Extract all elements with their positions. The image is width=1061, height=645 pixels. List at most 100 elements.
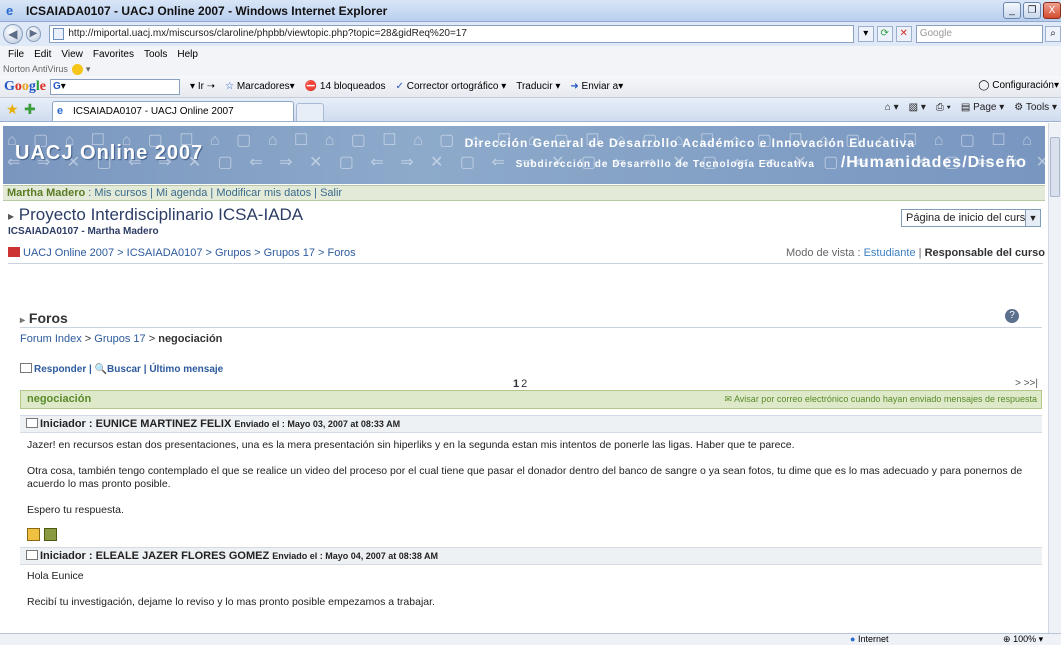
spellcheck-button[interactable]: ✓ Corrector ortográfico ▾ <box>396 81 507 92</box>
my-agenda-link[interactable]: Mi agenda <box>156 187 207 199</box>
globe-icon: ● <box>850 634 856 644</box>
scrollbar-thumb[interactable] <box>1050 137 1060 197</box>
status-bar: ● Internet ⊕ 100% ▾ <box>0 633 1061 645</box>
home-icon[interactable]: ⌂ ▾ <box>885 102 899 113</box>
modify-data-link[interactable]: Modificar mis datos <box>216 187 311 199</box>
url-text: http://miportal.uacj.mx/miscursos/clarol… <box>68 28 467 39</box>
responsible-mode-link[interactable]: Responsable del curso <box>925 247 1045 259</box>
translate-button[interactable]: Traducir ▾ <box>516 81 560 92</box>
banner-line-2: Subdirección de Desarrollo de Tecnología… <box>515 159 815 170</box>
stop-icon[interactable]: ✕ <box>895 26 912 42</box>
forum-actions: Responder | 🔍Buscar | Último mensaje <box>20 363 223 375</box>
mail-icon: ✉ <box>724 394 732 404</box>
breadcrumb[interactable]: UACJ Online 2007 > ICSAIADA0107 > Grupos… <box>8 247 356 259</box>
post-date: Enviado el : Mayo 04, 2007 at 08:38 AM <box>272 551 438 561</box>
url-field[interactable]: http://miportal.uacj.mx/miscursos/clarol… <box>49 25 854 43</box>
search-icon[interactable]: ⌕ <box>1045 26 1061 42</box>
ie-tab-icon: e <box>57 105 64 117</box>
forum-index-link[interactable]: Forum Index <box>20 333 82 345</box>
post-actions <box>27 528 57 541</box>
minimize-button[interactable]: _ <box>1003 2 1021 19</box>
search-icon: 🔍 <box>94 364 108 375</box>
thread-title: negociación <box>27 393 92 405</box>
post-body: Hola Eunice Recibí tu investigación, dej… <box>27 570 1037 609</box>
search-input[interactable]: Google <box>915 25 1044 43</box>
refresh-icon[interactable]: ⟳ <box>876 26 893 42</box>
new-tab-button[interactable] <box>296 103 324 121</box>
window-title: ICSAIADA0107 - UACJ Online 2007 - Window… <box>26 3 388 18</box>
post-header: Iniciador : EUNICE MARTINEZ FELIX Enviad… <box>20 415 1042 433</box>
norton-label: Norton AntiVirus <box>3 64 68 74</box>
page-content: ⌂ ▢ ⌂ ☐ ⌂ ▢ ☐ ⌂ ▢ ⌂ ☐ ⌂ ▢ ☐ ⌂ ▢ ⌂ ☐ ⌂ ▢ … <box>0 123 1048 633</box>
reply-link[interactable]: Responder <box>34 364 86 375</box>
pagination-next[interactable]: > >>| <box>1015 378 1038 389</box>
search-link[interactable]: Buscar <box>107 364 141 375</box>
post-paragraph: Espero tu respuesta. <box>27 504 124 516</box>
zoom-icon: ⊕ <box>1003 634 1011 644</box>
user-bar: Martha Madero : Mis cursos | Mi agenda |… <box>3 185 1045 201</box>
page-menu[interactable]: ▤ Page ▾ <box>961 102 1004 113</box>
menu-help[interactable]: Help <box>177 49 198 60</box>
forum-breadcrumb: Forum Index > Grupos 17 > negociación <box>20 333 223 345</box>
norton-icon[interactable] <box>72 64 84 76</box>
print-icon[interactable]: ⎙ ▾ <box>936 102 951 113</box>
post-header: Iniciador : ELEALE JAZER FLORES GOMEZ En… <box>20 547 1042 565</box>
send-to-button[interactable]: ➜ Enviar a▾ <box>570 81 623 92</box>
menu-favorites[interactable]: Favorites <box>93 49 134 60</box>
help-icon[interactable]: ? <box>1005 309 1019 323</box>
url-dropdown-icon[interactable]: ▾ <box>857 26 874 42</box>
reply-icon <box>20 363 32 373</box>
post-date: Enviado el : Mayo 03, 2007 at 08:33 AM <box>234 419 401 429</box>
favorites-star-icon[interactable]: ★ <box>6 101 22 117</box>
logout-link[interactable]: Salir <box>320 187 342 199</box>
my-courses-link[interactable]: Mis cursos <box>94 187 147 199</box>
notify-link[interactable]: ✉ Avisar por correo electrónico cuando h… <box>724 391 1037 408</box>
internet-zone: ● Internet <box>850 634 889 644</box>
user-name: Martha Madero <box>7 187 86 199</box>
popup-blocker-button[interactable]: ⛔ 14 bloqueados <box>305 81 386 92</box>
group-link[interactable]: Grupos 17 <box>94 333 145 345</box>
menu-tools[interactable]: Tools <box>144 49 167 60</box>
menu-edit[interactable]: Edit <box>34 49 51 60</box>
arrow-right-icon: ▸ <box>8 209 15 223</box>
add-favorites-icon[interactable]: ✚ <box>24 101 40 117</box>
vertical-scrollbar[interactable] <box>1048 123 1061 633</box>
banner-line-1: Dirección General de Desarrollo Académic… <box>464 136 915 150</box>
menu-bar: File Edit View Favorites Tools Help <box>0 46 1061 62</box>
course-home-select[interactable]: Página de inicio del curso ▼ <box>901 209 1041 227</box>
config-button[interactable]: ◯ Configuración▾ <box>978 80 1059 91</box>
tab-current[interactable]: e ICSAIADA0107 - UACJ Online 2007 <box>52 101 294 121</box>
tools-menu[interactable]: ⚙ Tools ▾ <box>1014 102 1057 113</box>
last-message-link[interactable]: Último mensaje <box>149 364 223 375</box>
zoom-level[interactable]: ⊕ 100% ▾ <box>1003 634 1043 645</box>
google-logo: Google <box>4 78 46 94</box>
forward-button[interactable]: ▶ <box>25 26 42 42</box>
menu-file[interactable]: File <box>8 49 24 60</box>
address-bar: ◀ ▶ http://miportal.uacj.mx/miscursos/cl… <box>0 22 1061 46</box>
google-search-input[interactable]: G▾ <box>50 78 180 95</box>
google-go-button[interactable]: ▾ Ir ➝ <box>190 81 215 92</box>
post-author: Iniciador : ELEALE JAZER FLORES GOMEZ <box>40 550 270 562</box>
arrow-right-icon: ▸ <box>20 315 26 326</box>
home-icon <box>8 247 20 257</box>
page-icon <box>53 28 65 40</box>
tab-label: ICSAIADA0107 - UACJ Online 2007 <box>73 106 234 117</box>
maximize-button[interactable]: ❐ <box>1023 2 1041 19</box>
divider <box>20 327 1042 328</box>
banner-title: UACJ Online 2007 <box>15 142 204 164</box>
bookmarks-button[interactable]: ☆ Marcadores▾ <box>225 81 295 92</box>
menu-view[interactable]: View <box>61 49 83 60</box>
course-title[interactable]: ▸ Proyecto Interdisciplinario ICSA-IADA <box>8 205 303 225</box>
feeds-icon[interactable]: ▧ ▾ <box>909 102 926 113</box>
delete-icon[interactable] <box>44 528 57 541</box>
student-mode-link[interactable]: Estudiante <box>864 247 916 259</box>
title-bar: e ICSAIADA0107 - UACJ Online 2007 - Wind… <box>0 0 1061 22</box>
post-author: Iniciador : EUNICE MARTINEZ FELIX <box>40 418 232 430</box>
edit-icon[interactable] <box>27 528 40 541</box>
forums-heading: ▸ Foros <box>20 310 68 326</box>
banner: ⌂ ▢ ⌂ ☐ ⌂ ▢ ☐ ⌂ ▢ ⌂ ☐ ⌂ ▢ ☐ ⌂ ▢ ⌂ ☐ ⌂ ▢ … <box>3 126 1045 184</box>
back-button[interactable]: ◀ <box>3 24 23 44</box>
close-button[interactable]: X <box>1043 2 1061 19</box>
page-2-link[interactable]: 2 <box>521 378 527 390</box>
banner-humanidades: /Humanidades/Diseño <box>840 154 1027 171</box>
